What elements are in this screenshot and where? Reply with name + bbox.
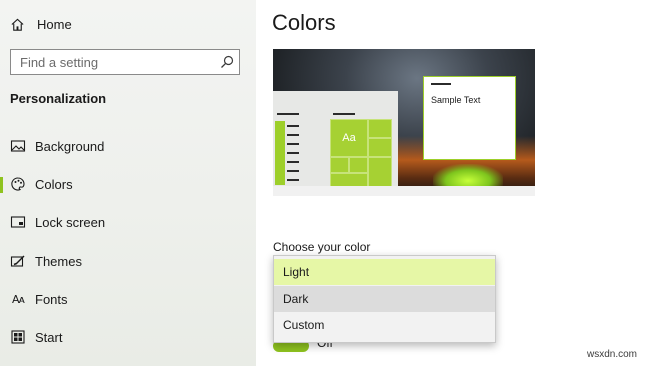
- preview-tiles: Aa: [330, 119, 392, 189]
- preview-tile: [368, 157, 392, 189]
- preview-start-menu: Aa: [273, 91, 398, 196]
- sidebar: Home Personalization Background Colors L…: [0, 0, 256, 366]
- sample-text: Sample Text: [431, 95, 481, 105]
- page-title: Colors: [272, 10, 336, 35]
- color-mode-dropdown-list[interactable]: Light Dark Custom: [273, 255, 496, 343]
- sidebar-item-lock-screen[interactable]: Lock screen: [0, 207, 256, 237]
- color-preview: Aa Sample Text: [273, 49, 535, 196]
- search-input[interactable]: [11, 50, 211, 74]
- preview-tent-glow: [433, 164, 503, 188]
- search-icon[interactable]: [219, 54, 235, 70]
- preview-line: [287, 152, 299, 154]
- preview-line: [277, 113, 299, 115]
- preview-line: [287, 125, 299, 127]
- preview-line: [287, 143, 299, 145]
- preview-tile: [368, 119, 392, 138]
- preview-line: [333, 113, 355, 115]
- preview-line: [431, 83, 451, 85]
- start-icon: [10, 329, 26, 345]
- sidebar-item-label: Start: [35, 329, 63, 345]
- themes-icon: [10, 253, 26, 269]
- preview-line: [287, 134, 299, 136]
- dropdown-option-custom[interactable]: Custom: [274, 312, 495, 338]
- preview-tile: [349, 157, 368, 173]
- main-content: Colors Aa Sample Text Choose your color …: [256, 0, 649, 366]
- watermark: wsxdn.com: [586, 349, 637, 360]
- preview-tile: [330, 157, 349, 173]
- section-title: Personalization: [10, 91, 107, 106]
- sidebar-item-themes[interactable]: Themes: [0, 246, 256, 276]
- home-link[interactable]: Home: [10, 14, 72, 34]
- palette-icon: [10, 176, 26, 192]
- home-icon: [11, 18, 24, 31]
- sidebar-item-colors[interactable]: Colors: [0, 169, 256, 199]
- sidebar-item-background[interactable]: Background: [0, 131, 256, 161]
- choose-color-label: Choose your color: [273, 240, 371, 254]
- sidebar-item-label: Colors: [35, 176, 73, 192]
- preview-line: [287, 170, 299, 172]
- preview-tile-aa: Aa: [330, 119, 368, 157]
- sidebar-item-label: Themes: [35, 253, 82, 269]
- preview-taskbar-strip: [275, 121, 285, 185]
- picture-icon: [10, 138, 26, 154]
- sidebar-item-fonts[interactable]: Aᴀ Fonts: [0, 284, 256, 314]
- preview-tile: [368, 138, 392, 157]
- preview-line: [287, 161, 299, 163]
- search-box[interactable]: [10, 49, 240, 75]
- preview-line: [287, 179, 299, 181]
- home-label: Home: [37, 16, 72, 32]
- lock-screen-icon: [10, 214, 26, 230]
- fonts-icon: Aᴀ: [10, 291, 26, 307]
- active-indicator: [0, 177, 3, 193]
- fonts-glyph: Aᴀ: [11, 292, 25, 306]
- sidebar-item-label: Lock screen: [35, 214, 106, 230]
- sidebar-item-start[interactable]: Start: [0, 322, 256, 352]
- sidebar-item-label: Fonts: [35, 291, 68, 307]
- preview-taskbar: [273, 186, 535, 196]
- sidebar-item-label: Background: [35, 138, 105, 154]
- preview-sample-window: Sample Text: [423, 76, 516, 160]
- dropdown-option-dark[interactable]: Dark: [274, 286, 495, 312]
- dropdown-option-light[interactable]: Light: [274, 259, 495, 285]
